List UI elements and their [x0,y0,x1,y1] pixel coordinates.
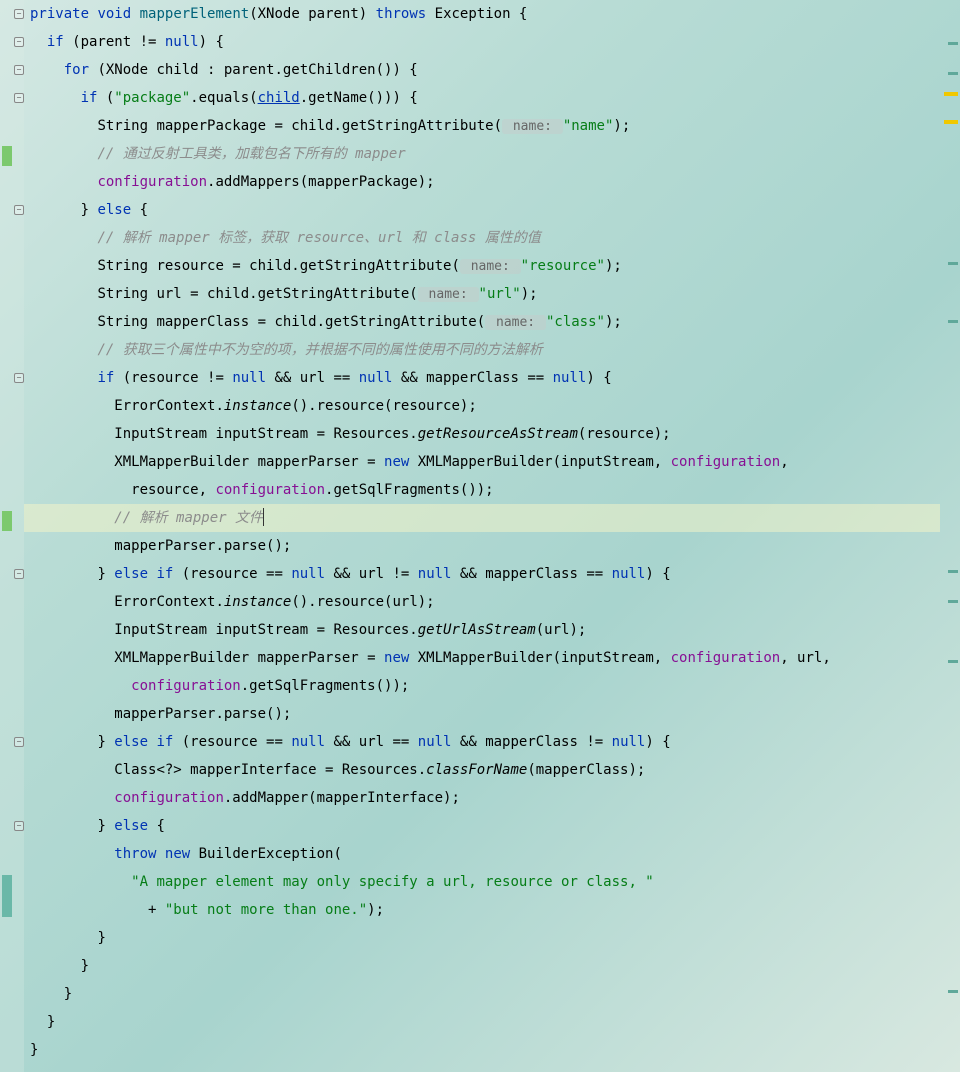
code-line[interactable]: XMLMapperBuilder mapperParser = new XMLM… [30,448,960,476]
code-line[interactable]: if (resource != null && url == null && m… [30,364,960,392]
minimap-marker [948,570,958,573]
code-line[interactable]: throw new BuilderException( [30,840,960,868]
fold-handle[interactable]: − [14,65,24,75]
code-line[interactable]: } else if (resource == null && url != nu… [30,560,960,588]
code-line[interactable]: InputStream inputStream = Resources.getU… [30,616,960,644]
minimap-warning-marker [944,92,958,96]
fold-handle[interactable]: − [14,737,24,747]
code-line[interactable]: private void mapperElement(XNode parent)… [30,0,960,28]
fold-handle[interactable]: − [14,205,24,215]
minimap-marker [948,660,958,663]
gutter-change-marker [2,875,12,917]
text-cursor [263,508,264,526]
minimap-marker [948,320,958,323]
minimap-warning-marker [944,120,958,124]
code-line[interactable]: String resource = child.getStringAttribu… [30,252,960,280]
code-line[interactable]: configuration.getSqlFragments()); [30,672,960,700]
gutter-change-marker [2,146,12,166]
code-line[interactable]: InputStream inputStream = Resources.getR… [30,420,960,448]
code-line[interactable]: } [30,980,960,1008]
minimap-marker [948,262,958,265]
code-line[interactable]: if (parent != null) { [30,28,960,56]
code-line[interactable]: } else if (resource == null && url == nu… [30,728,960,756]
minimap-marker [948,600,958,603]
code-line[interactable]: if ("package".equals(child.getName())) { [30,84,960,112]
code-line[interactable]: } else { [30,812,960,840]
code-line[interactable]: XMLMapperBuilder mapperParser = new XMLM… [30,644,960,672]
code-line[interactable]: String mapperClass = child.getStringAttr… [30,308,960,336]
code-line[interactable]: // 解析 mapper 文件 [30,504,960,532]
fold-handle[interactable]: − [14,569,24,579]
code-line[interactable]: } [30,1036,960,1064]
gutter-change-marker [2,511,12,531]
code-line[interactable]: configuration.addMapper(mapperInterface)… [30,784,960,812]
code-line[interactable]: // 解析 mapper 标签，获取 resource、url 和 class … [30,224,960,252]
code-line[interactable]: ErrorContext.instance().resource(url); [30,588,960,616]
minimap-marker [948,990,958,993]
gutter[interactable]: − − − − − − − − − [0,0,24,1072]
parameter-hint: name: [460,259,521,274]
code-line[interactable]: String url = child.getStringAttribute( n… [30,280,960,308]
code-line[interactable]: } else { [30,196,960,224]
code-line[interactable]: } [30,1008,960,1036]
code-line[interactable]: + "but not more than one."); [30,896,960,924]
fold-handle[interactable]: − [14,93,24,103]
parameter-hint: name: [502,119,563,134]
code-line[interactable]: // 获取三个属性中不为空的项，并根据不同的属性使用不同的方法解析 [30,336,960,364]
code-line[interactable]: mapperParser.parse(); [30,700,960,728]
code-line[interactable]: configuration.addMappers(mapperPackage); [30,168,960,196]
code-line[interactable]: String mapperPackage = child.getStringAt… [30,112,960,140]
code-line[interactable]: } [30,952,960,980]
minimap-marker [948,42,958,45]
code-line[interactable]: resource, configuration.getSqlFragments(… [30,476,960,504]
fold-handle[interactable]: − [14,9,24,19]
code-line[interactable]: for (XNode child : parent.getChildren())… [30,56,960,84]
code-editor[interactable]: − − − − − − − − − private void mapperEle… [0,0,960,1072]
code-line[interactable]: mapperParser.parse(); [30,532,960,560]
minimap-marker [948,72,958,75]
parameter-hint: name: [485,315,546,330]
code-line[interactable]: } [30,924,960,952]
minimap-scrollbar[interactable] [944,0,958,1072]
code-line[interactable]: Class<?> mapperInterface = Resources.cla… [30,756,960,784]
code-line[interactable]: // 通过反射工具类，加载包名下所有的 mapper [30,140,960,168]
fold-handle[interactable]: − [14,821,24,831]
code-line[interactable]: "A mapper element may only specify a url… [30,868,960,896]
code-area[interactable]: private void mapperElement(XNode parent)… [24,0,960,1072]
fold-handle[interactable]: − [14,373,24,383]
parameter-hint: name: [418,287,479,302]
fold-handle[interactable]: − [14,37,24,47]
code-line[interactable]: ErrorContext.instance().resource(resourc… [30,392,960,420]
